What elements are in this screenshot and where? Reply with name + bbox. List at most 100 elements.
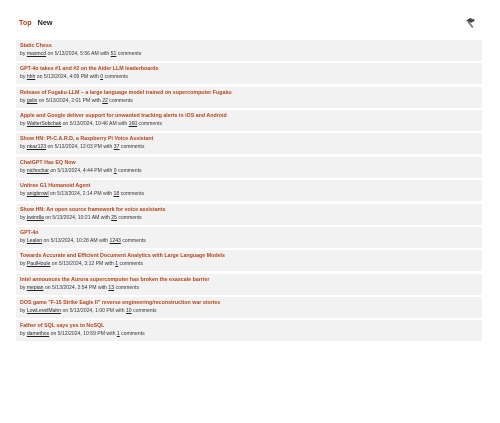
comment-count-link[interactable]: 1243 <box>110 238 121 244</box>
story-row[interactable]: Apple and Google deliver support for unw… <box>16 110 482 132</box>
author-link[interactable]: anigbrowl <box>27 191 49 197</box>
meta-text: by <box>20 51 26 57</box>
author-link[interactable]: damethos <box>27 331 49 337</box>
story-row[interactable]: Release of Fugaku-LLM – a large language… <box>16 86 482 108</box>
story-title-link[interactable]: DOS game "F-15 Strike Eagle II" reverse … <box>20 300 482 307</box>
story-row[interactable]: Show HN: An open source framework for vo… <box>16 203 482 225</box>
story-row[interactable]: Static Chess by maxmcd on 5/13/2024, 5:56… <box>16 40 482 61</box>
story-title-link[interactable]: GPT-4o takes #1 and #2 on the Aider LLM … <box>20 66 482 73</box>
tab-top[interactable]: Top <box>19 18 32 27</box>
author-link[interactable]: LowLevelMahn <box>27 308 61 314</box>
comment-count-link[interactable]: 0 <box>100 74 103 80</box>
story-meta: by kwindla on 5/13/2024, 10:21 AM with 2… <box>20 214 482 222</box>
hammer-icon[interactable] <box>464 17 476 29</box>
comment-count-link[interactable]: 1 <box>117 331 120 337</box>
meta-text: on <box>38 97 45 104</box>
story-date: 5/13/2024, 12:03 PM <box>54 144 102 151</box>
meta-text: on <box>50 167 56 174</box>
meta-text: on <box>50 191 56 198</box>
comment-count-link[interactable]: 0 <box>114 168 117 174</box>
author-link[interactable]: WalterSobchak <box>27 121 61 127</box>
meta-text: with <box>91 97 101 104</box>
meta-text: on <box>50 331 57 338</box>
comment-count-link[interactable]: 51 <box>111 51 117 57</box>
comment-count-link[interactable]: 18 <box>114 191 120 197</box>
story-title-link[interactable]: GPT-4o <box>20 230 482 237</box>
author-link[interactable]: gslin <box>27 98 37 104</box>
meta-text: comments <box>118 167 142 174</box>
story-meta: by PaulHoule on 5/13/2024, 3:12 PM with … <box>20 260 482 268</box>
story-meta: by Lealen on 5/13/2024, 10:28 AM with 12… <box>20 237 482 245</box>
meta-text: comments <box>138 121 163 128</box>
meta-text: with <box>115 307 125 314</box>
meta-text: comments <box>120 144 145 151</box>
story-row[interactable]: Towards Accurate and Efficient Document … <box>16 250 482 272</box>
author-link[interactable]: kwindla <box>27 215 44 221</box>
comment-count-link[interactable]: 25 <box>111 215 117 221</box>
story-meta: by hhh on 5/13/2024, 4:09 PM with 0 comm… <box>20 73 482 81</box>
tab-new[interactable]: New <box>38 18 53 27</box>
author-link[interactable]: nichochar <box>27 168 49 174</box>
story-title-link[interactable]: Release of Fugaku-LLM – a large language… <box>20 90 482 97</box>
comment-count-link[interactable]: 1 <box>115 261 118 267</box>
app: Top New Static Chess by maxmcd on 5/13/20… <box>0 0 500 423</box>
meta-text: with <box>104 261 114 268</box>
story-date: 5/12/2024, 10:59 PM <box>57 331 105 338</box>
comment-count-link[interactable]: 37 <box>114 144 120 150</box>
story-title-link[interactable]: ChatGPT Has EQ Now <box>20 160 482 167</box>
story-meta: by damethos on 5/12/2024, 10:59 PM with … <box>20 330 482 338</box>
story-row[interactable]: Father of SQL says yes to NoSQL by dameth… <box>16 320 482 342</box>
story-title-link[interactable]: Show HN: An open source framework for vo… <box>20 207 482 214</box>
comment-count-link[interactable]: 13 <box>108 285 114 291</box>
story-date: 5/13/2024, 10:21 AM <box>52 214 100 221</box>
meta-text: with <box>103 167 113 174</box>
story-row[interactable]: Unitree G1 Humanoid Agent by anigbrowl on… <box>16 180 482 202</box>
meta-text: on <box>44 284 51 291</box>
feed-tabs: Top New <box>19 18 52 27</box>
comment-count-link[interactable]: 160 <box>129 121 138 127</box>
story-row[interactable]: DOS game "F-15 Strike Eagle II" reverse … <box>16 296 482 318</box>
meta-text: by <box>20 191 26 198</box>
meta-text: by <box>20 121 26 128</box>
comment-count-link[interactable]: 22 <box>102 98 108 104</box>
story-meta: by nichochar on 5/13/2024, 4:44 PM with … <box>20 167 482 175</box>
meta-text: comments <box>104 74 128 81</box>
meta-text: by <box>20 307 26 314</box>
meta-text: on <box>47 51 54 57</box>
author-link[interactable]: PaulHoule <box>27 261 51 267</box>
story-title-link[interactable]: Father of SQL says yes to NoSQL <box>20 323 482 330</box>
meta-text: on <box>45 214 51 221</box>
meta-text: by <box>20 214 26 221</box>
author-link[interactable]: Lealen <box>27 238 42 244</box>
story-title-link[interactable]: Intel announces the Aurora supercomputer… <box>20 277 482 284</box>
story-row[interactable]: ChatGPT Has EQ Now by nichochar on 5/13/2… <box>16 156 482 178</box>
story-row[interactable]: Intel announces the Aurora supercomputer… <box>16 273 482 295</box>
meta-text: by <box>20 237 26 244</box>
author-link[interactable]: mepian <box>27 285 44 291</box>
story-title-link[interactable]: Show HN: PI-C.A.R.D, a Raspberry Pi Voic… <box>20 136 482 143</box>
story-row[interactable]: Show HN: PI-C.A.R.D, a Raspberry Pi Voic… <box>16 133 482 155</box>
story-date: 5/13/2024, 2:14 PM <box>57 191 102 198</box>
story-date: 5/13/2024, 2:54 PM <box>52 284 97 291</box>
story-title-link[interactable]: Towards Accurate and Efficient Document … <box>20 253 482 260</box>
author-link[interactable]: nkaz123 <box>27 144 46 150</box>
story-title-link[interactable]: Apple and Google deliver support for unw… <box>20 113 482 120</box>
story-row[interactable]: GPT-4o takes #1 and #2 on the Aider LLM … <box>16 63 482 85</box>
author-link[interactable]: maxmcd <box>27 51 46 57</box>
meta-text: by <box>20 284 26 291</box>
story-meta: by maxmcd on 5/13/2024, 5:56 AM with 51 … <box>20 50 482 58</box>
meta-text: by <box>20 74 26 81</box>
comment-count-link[interactable]: 10 <box>126 308 132 314</box>
meta-text: comments <box>122 237 146 244</box>
meta-text: with <box>103 191 113 198</box>
meta-text: by <box>20 167 26 174</box>
story-meta: by LowLevelMahn on 5/13/2024, 1:00 PM wi… <box>20 307 482 315</box>
story-title-link[interactable]: Unitree G1 Humanoid Agent <box>20 183 482 190</box>
story-title-link[interactable]: Static Chess <box>20 43 482 50</box>
meta-text: with <box>106 331 116 338</box>
story-row[interactable]: GPT-4o by Lealen on 5/13/2024, 10:28 AM w… <box>16 226 482 248</box>
author-link[interactable]: hhh <box>27 74 36 80</box>
story-date: 5/13/2024, 5:56 AM <box>54 51 99 57</box>
meta-text: comments <box>121 331 145 338</box>
story-meta: by gslin on 5/13/2024, 2:01 PM with 22 c… <box>20 97 482 105</box>
